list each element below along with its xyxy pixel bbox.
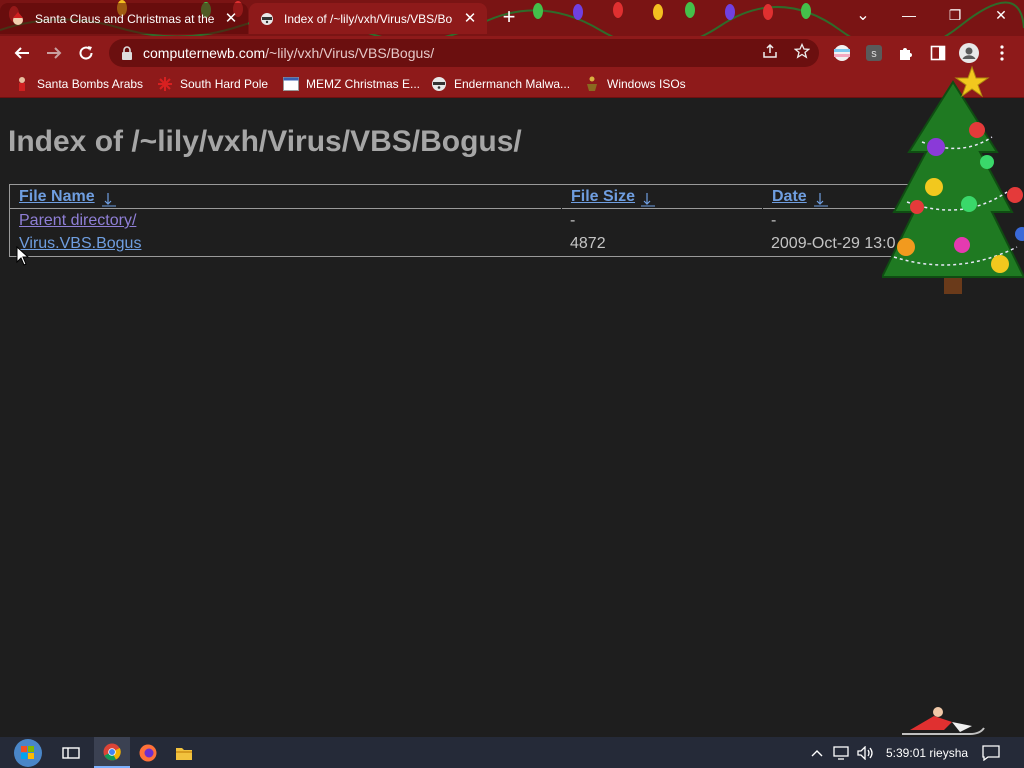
firefox-icon: [139, 744, 157, 761]
bookmark-label: Endermanch Malwa...: [454, 77, 571, 91]
taskbar-chrome[interactable]: [94, 737, 130, 768]
reload-icon: [79, 46, 93, 60]
url-path: /~lily/vxh/Virus/VBS/Bogus/: [265, 45, 435, 61]
raccoon-icon: [431, 76, 447, 92]
minimize-button[interactable]: —: [886, 0, 932, 30]
browser-window: Santa Claus and Christmas at the ✕ Index…: [0, 0, 1024, 768]
santa-icon: [14, 76, 30, 92]
santa-favicon-icon: [10, 11, 26, 27]
svg-text:s: s: [871, 48, 877, 60]
windows-orb-icon: [14, 738, 42, 767]
parent-directory-link[interactable]: Parent directory/: [19, 212, 136, 230]
bookmark-label: MEMZ Christmas E...: [306, 77, 421, 91]
s-extension-icon[interactable]: s: [863, 42, 885, 64]
file-link-virus-vbs-bogus[interactable]: Virus.VBS.Bogus: [19, 235, 141, 253]
chrome-icon: [103, 743, 121, 760]
lock-icon[interactable]: [119, 45, 135, 61]
share-icon[interactable]: [759, 40, 781, 62]
url-host: computernewb.com: [143, 45, 266, 61]
new-tab-button[interactable]: +: [497, 6, 521, 30]
christmas-tree-decoration: [882, 65, 1024, 294]
tab-index-bogus[interactable]: Index of /~lily/vxh/Virus/VBS/Bo ✕: [249, 3, 487, 34]
bookmark-south-hard-pole[interactable]: South Hard Pole: [157, 74, 268, 94]
close-window-button[interactable]: ✕: [978, 0, 1024, 30]
bookmarks-bar: Santa Bombs Arabs South Hard Pole MEMZ C…: [0, 70, 1024, 98]
snowflake-icon: [157, 76, 173, 92]
flag-extension-icon[interactable]: [831, 42, 853, 64]
file-date-cell: -: [771, 212, 777, 229]
back-arrow-icon: [14, 47, 29, 59]
folder-icon: [176, 747, 192, 760]
sort-arrow-icon[interactable]: [813, 191, 829, 207]
reload-button[interactable]: [71, 38, 101, 68]
sort-arrow-icon[interactable]: [640, 191, 656, 207]
tab-search-button[interactable]: ⌄: [840, 0, 886, 30]
volume-icon[interactable]: [856, 743, 876, 763]
forward-arrow-icon: [47, 47, 62, 59]
skater-decoration: [902, 707, 985, 735]
sort-by-date-link[interactable]: Date: [772, 188, 807, 206]
task-view-icon: [62, 746, 80, 759]
back-button[interactable]: [7, 38, 37, 68]
tab-santa-claus[interactable]: Santa Claus and Christmas at the ✕: [0, 3, 248, 34]
sort-arrow-icon[interactable]: [101, 191, 117, 207]
page-content: Index of /~lily/vxh/Virus/VBS/Bogus/ Fil…: [0, 99, 1024, 737]
bookmark-label: South Hard Pole: [180, 77, 269, 91]
start-button[interactable]: [8, 737, 48, 768]
forward-button[interactable]: [39, 38, 69, 68]
profile-avatar-icon[interactable]: [958, 42, 980, 64]
bookmark-star-icon[interactable]: [791, 40, 813, 62]
kebab-menu-icon[interactable]: [991, 42, 1013, 64]
sort-by-size-link[interactable]: File Size: [571, 188, 635, 206]
file-size-cell: 4872: [570, 235, 606, 252]
taskbar-file-explorer[interactable]: [166, 737, 202, 768]
window-icon: [283, 76, 299, 92]
restore-button[interactable]: ❐: [932, 0, 978, 30]
extensions-puzzle-icon[interactable]: [895, 42, 917, 64]
file-size-cell: -: [570, 212, 576, 229]
figure-icon: [584, 76, 600, 92]
bookmark-windows-isos[interactable]: Windows ISOs: [584, 74, 686, 94]
notification-center-icon[interactable]: [980, 742, 1002, 764]
file-date-cell: 2009-Oct-29 13:0: [771, 235, 896, 252]
bookmark-label: Windows ISOs: [607, 77, 686, 91]
sort-by-name-link[interactable]: File Name: [19, 188, 95, 206]
raccoon-favicon-icon: [259, 11, 275, 27]
file-listing-table: File Name File Size Date Parent director…: [9, 184, 914, 257]
bookmark-endermanch-malware[interactable]: Endermanch Malwa...: [431, 74, 570, 94]
column-header-file-size: File Size: [562, 187, 762, 209]
bookmark-label: Santa Bombs Arabs: [37, 77, 144, 91]
column-header-file-name: File Name: [10, 187, 561, 209]
windows-taskbar: 5:39:01 rieysha: [0, 737, 1024, 768]
taskbar-clock[interactable]: 5:39:01 rieysha: [886, 746, 968, 760]
bookmark-memz-christmas[interactable]: MEMZ Christmas E...: [283, 74, 420, 94]
taskbar-firefox[interactable]: [130, 737, 166, 768]
side-panel-icon[interactable]: [927, 42, 949, 64]
tab-title: Santa Claus and Christmas at the: [35, 11, 215, 26]
tray-overflow-chevron-icon[interactable]: [808, 743, 826, 763]
task-view-button[interactable]: [53, 737, 89, 768]
bookmark-santa-bombs-arabs[interactable]: Santa Bombs Arabs: [14, 74, 143, 94]
tab-close-icon[interactable]: ✕: [461, 10, 479, 28]
tab-title: Index of /~lily/vxh/Virus/VBS/Bo: [284, 11, 453, 26]
browser-toolbar: computernewb.com/~lily/vxh/Virus/VBS/Bog…: [0, 36, 1024, 70]
url-text[interactable]: computernewb.com/~lily/vxh/Virus/VBS/Bog…: [143, 45, 434, 61]
address-bar[interactable]: computernewb.com/~lily/vxh/Virus/VBS/Bog…: [109, 39, 819, 67]
page-title: Index of /~lily/vxh/Virus/VBS/Bogus/: [8, 125, 522, 158]
tab-close-icon[interactable]: ✕: [222, 10, 240, 28]
mouse-cursor-icon: [16, 246, 30, 266]
tab-strip: Santa Claus and Christmas at the ✕ Index…: [0, 0, 1024, 36]
network-icon[interactable]: [832, 743, 852, 763]
